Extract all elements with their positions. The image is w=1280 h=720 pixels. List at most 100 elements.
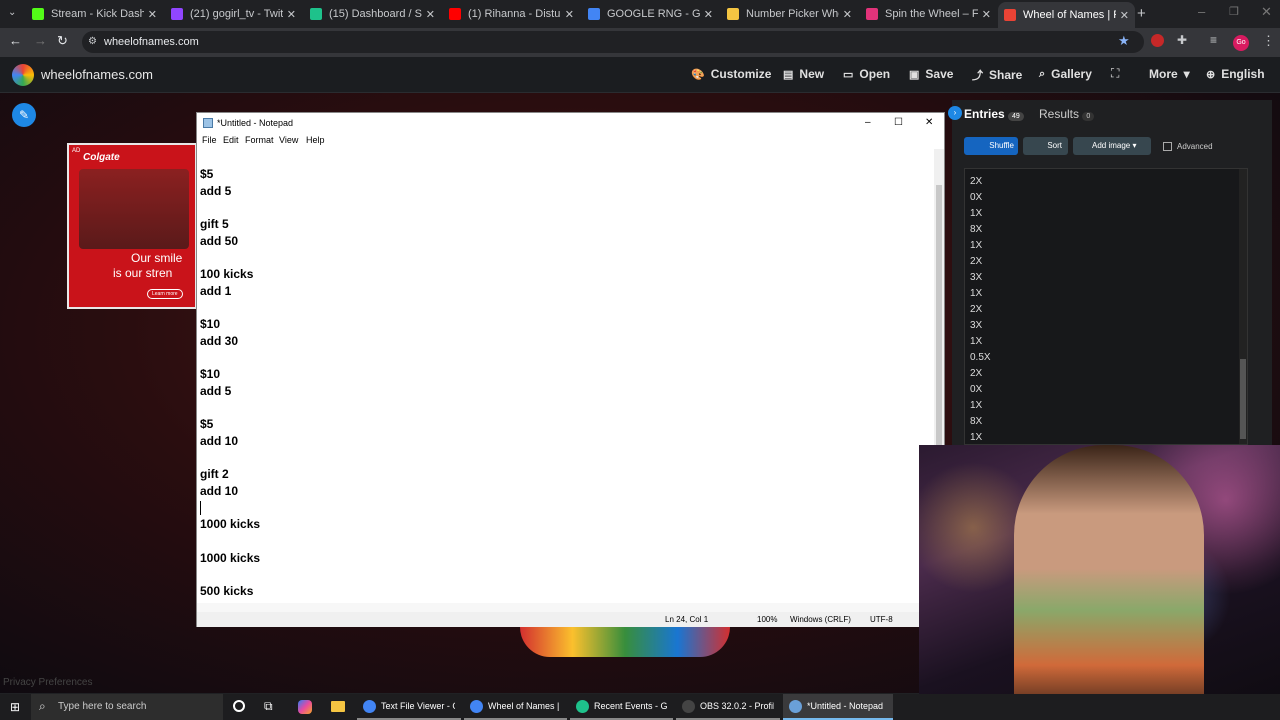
extensions-puzzle-icon[interactable]: ✚ bbox=[1177, 33, 1187, 47]
sort-button[interactable]: Sort bbox=[1023, 137, 1068, 155]
save-icon: ▣ bbox=[909, 68, 920, 81]
status-line-ending: Windows (CRLF) bbox=[790, 615, 851, 624]
site-logo-icon[interactable] bbox=[12, 64, 34, 86]
customize-button[interactable]: 🎨 Customize bbox=[691, 67, 771, 81]
more-menu-button[interactable]: More ▾ bbox=[1143, 67, 1190, 81]
privacy-preferences-link[interactable]: Privacy Preferences bbox=[3, 677, 92, 688]
notepad-menu-format[interactable]: Format bbox=[245, 135, 274, 145]
text-line: gift 5 bbox=[200, 217, 229, 232]
browser-tab[interactable]: Number Picker Wheel - P ✕ bbox=[721, 3, 858, 25]
forward-icon[interactable]: → bbox=[34, 33, 47, 48]
tab-close-icon[interactable]: ✕ bbox=[1120, 9, 1129, 22]
notepad-menu-edit[interactable]: Edit bbox=[223, 135, 239, 145]
app-icon bbox=[470, 699, 483, 713]
text-line: add 10 bbox=[200, 484, 239, 499]
share-button[interactable]: ⤴ Share bbox=[972, 67, 1022, 83]
status-zoom: 100% bbox=[757, 615, 778, 624]
cortana-icon[interactable] bbox=[233, 700, 245, 712]
close-browser-icon[interactable]: ✕ bbox=[1261, 4, 1272, 20]
tab-close-icon[interactable]: ✕ bbox=[148, 8, 157, 21]
windows-taskbar: ⊞ ⌕ Type here to search ⧉ Text File View… bbox=[0, 694, 1280, 720]
notepad-text-area[interactable]: $5 add 5 gift 5 add 50 100 kicks add 1 $10 add … bbox=[197, 149, 934, 604]
notepad-window: *Untitled - Notepad – ☐ ✕ File Edit Format… bbox=[196, 112, 945, 627]
open-button[interactable]: ▭ Open bbox=[843, 67, 890, 81]
sort-label: Sort bbox=[1047, 141, 1062, 150]
tab-close-icon[interactable]: ✕ bbox=[982, 8, 991, 21]
browser-tab[interactable]: (1) Rihanna - Disturbi ✕ bbox=[443, 3, 580, 25]
taskbar-app[interactable]: OBS 32.0.2 - Profile:... bbox=[676, 694, 780, 720]
text-line bbox=[200, 300, 934, 317]
entries-textarea[interactable]: 0.5X2X0X1X8X1X2X3X1X2X3X1X0.5X2X0X1X8X1X bbox=[964, 168, 1248, 445]
text-line: 100 kicks bbox=[200, 267, 254, 282]
notepad-title-bar[interactable]: *Untitled - Notepad – ☐ ✕ bbox=[197, 113, 944, 133]
tab-close-icon[interactable]: ✕ bbox=[287, 8, 296, 21]
tab-close-icon[interactable]: ✕ bbox=[704, 8, 713, 21]
file-explorer-icon[interactable] bbox=[331, 701, 345, 712]
taskbar-app[interactable]: Text File Viewer - G... bbox=[357, 694, 461, 720]
copilot-icon[interactable] bbox=[298, 700, 312, 714]
back-icon[interactable]: ← bbox=[9, 33, 22, 48]
entry-line: 3X bbox=[970, 320, 983, 331]
gallery-button[interactable]: ⌕ Gallery bbox=[1039, 67, 1092, 81]
notepad-menu-help[interactable]: Help bbox=[306, 135, 325, 145]
fullscreen-icon[interactable]: ⛶ bbox=[1111, 66, 1119, 81]
ad-headline-1: Our smile bbox=[131, 251, 183, 265]
new-tab-icon[interactable]: + bbox=[1137, 5, 1146, 22]
language-button[interactable]: ⊕ English bbox=[1206, 67, 1265, 81]
tab-search-icon[interactable]: ⌄ bbox=[8, 7, 16, 18]
entry-line: 8X bbox=[970, 224, 983, 235]
advanced-checkbox[interactable] bbox=[1163, 142, 1172, 151]
entries-tab-label: Entries bbox=[964, 107, 1005, 121]
browser-tab[interactable]: Wheel of Names | Ran ✕ bbox=[998, 2, 1135, 28]
notepad-minimize-icon[interactable]: – bbox=[865, 113, 871, 133]
collapse-panel-icon[interactable]: › bbox=[948, 106, 962, 120]
site-info-icon[interactable]: ⚙ bbox=[88, 31, 97, 53]
task-view-icon[interactable]: ⧉ bbox=[264, 699, 273, 714]
taskbar-app[interactable]: Wheel of Names | R... bbox=[464, 694, 567, 720]
minimize-browser-icon[interactable]: – bbox=[1198, 4, 1205, 19]
tab-close-icon[interactable]: ✕ bbox=[565, 8, 574, 21]
reload-icon[interactable]: ↻ bbox=[57, 33, 68, 49]
taskbar-app[interactable]: Recent Events - Go... bbox=[570, 694, 673, 720]
address-bar[interactable]: ⚙ wheelofnames.com bbox=[82, 31, 1144, 53]
tab-results[interactable]: Results 0 bbox=[1039, 107, 1095, 121]
browser-tab[interactable]: Stream - Kick Dashboard ✕ bbox=[26, 3, 163, 25]
notepad-menu-view[interactable]: View bbox=[279, 135, 298, 145]
save-button[interactable]: ▣ Save bbox=[909, 67, 953, 81]
wheel-partial[interactable] bbox=[520, 627, 730, 657]
entry-line: 1X bbox=[970, 432, 983, 443]
browser-tab[interactable]: Spin the Wheel – Free an ✕ bbox=[860, 3, 997, 25]
entry-line: 0X bbox=[970, 384, 983, 395]
entries-scroll-thumb[interactable] bbox=[1240, 359, 1246, 439]
colgate-ad[interactable]: AD Colgate Our smile is our stren Learn … bbox=[67, 143, 197, 309]
start-windows-icon[interactable]: ⊞ bbox=[10, 700, 20, 714]
new-button[interactable]: ▤ New bbox=[783, 67, 824, 81]
app-label: Wheel of Names | R... bbox=[488, 701, 561, 711]
tab-entries[interactable]: Entries 49 bbox=[964, 107, 1024, 121]
taskbar-search-box[interactable]: ⌕ Type here to search bbox=[31, 694, 223, 720]
browser-tab[interactable]: GOOGLE RNG - Google S ✕ bbox=[582, 3, 719, 25]
shuffle-button[interactable]: Shuffle bbox=[964, 137, 1018, 155]
edit-pencil-icon[interactable]: ✎ bbox=[12, 103, 36, 127]
media-control-icon[interactable]: ≡ bbox=[1210, 33, 1217, 47]
notepad-menu-file[interactable]: File bbox=[202, 135, 217, 145]
restore-browser-icon[interactable]: ❐ bbox=[1229, 5, 1239, 18]
browser-menu-icon[interactable]: ⋮ bbox=[1262, 33, 1275, 49]
ad-cta-button[interactable]: Learn more bbox=[147, 289, 183, 299]
bookmark-star-icon[interactable]: ★ bbox=[1118, 33, 1130, 49]
browser-tab[interactable]: (21) gogirl_tv - Twitch ✕ bbox=[165, 3, 302, 25]
notepad-hscrollbar[interactable] bbox=[197, 603, 934, 612]
search-icon: ⌕ bbox=[39, 699, 46, 713]
tab-favicon-icon bbox=[171, 8, 183, 20]
tab-title: Wheel of Names | Ran bbox=[1023, 9, 1116, 21]
extension-icon[interactable] bbox=[1151, 34, 1164, 47]
taskbar-app[interactable]: *Untitled - Notepad bbox=[783, 694, 893, 720]
notepad-close-icon[interactable]: ✕ bbox=[925, 113, 933, 133]
tab-close-icon[interactable]: ✕ bbox=[426, 8, 435, 21]
profile-avatar[interactable]: Go bbox=[1233, 35, 1249, 51]
notepad-maximize-icon[interactable]: ☐ bbox=[894, 113, 903, 133]
add-image-button[interactable]: Add image ▾ bbox=[1073, 137, 1151, 155]
site-logo-text[interactable]: wheelofnames.com bbox=[41, 67, 153, 82]
tab-close-icon[interactable]: ✕ bbox=[843, 8, 852, 21]
browser-tab[interactable]: (15) Dashboard / Streamla ✕ bbox=[304, 3, 441, 25]
